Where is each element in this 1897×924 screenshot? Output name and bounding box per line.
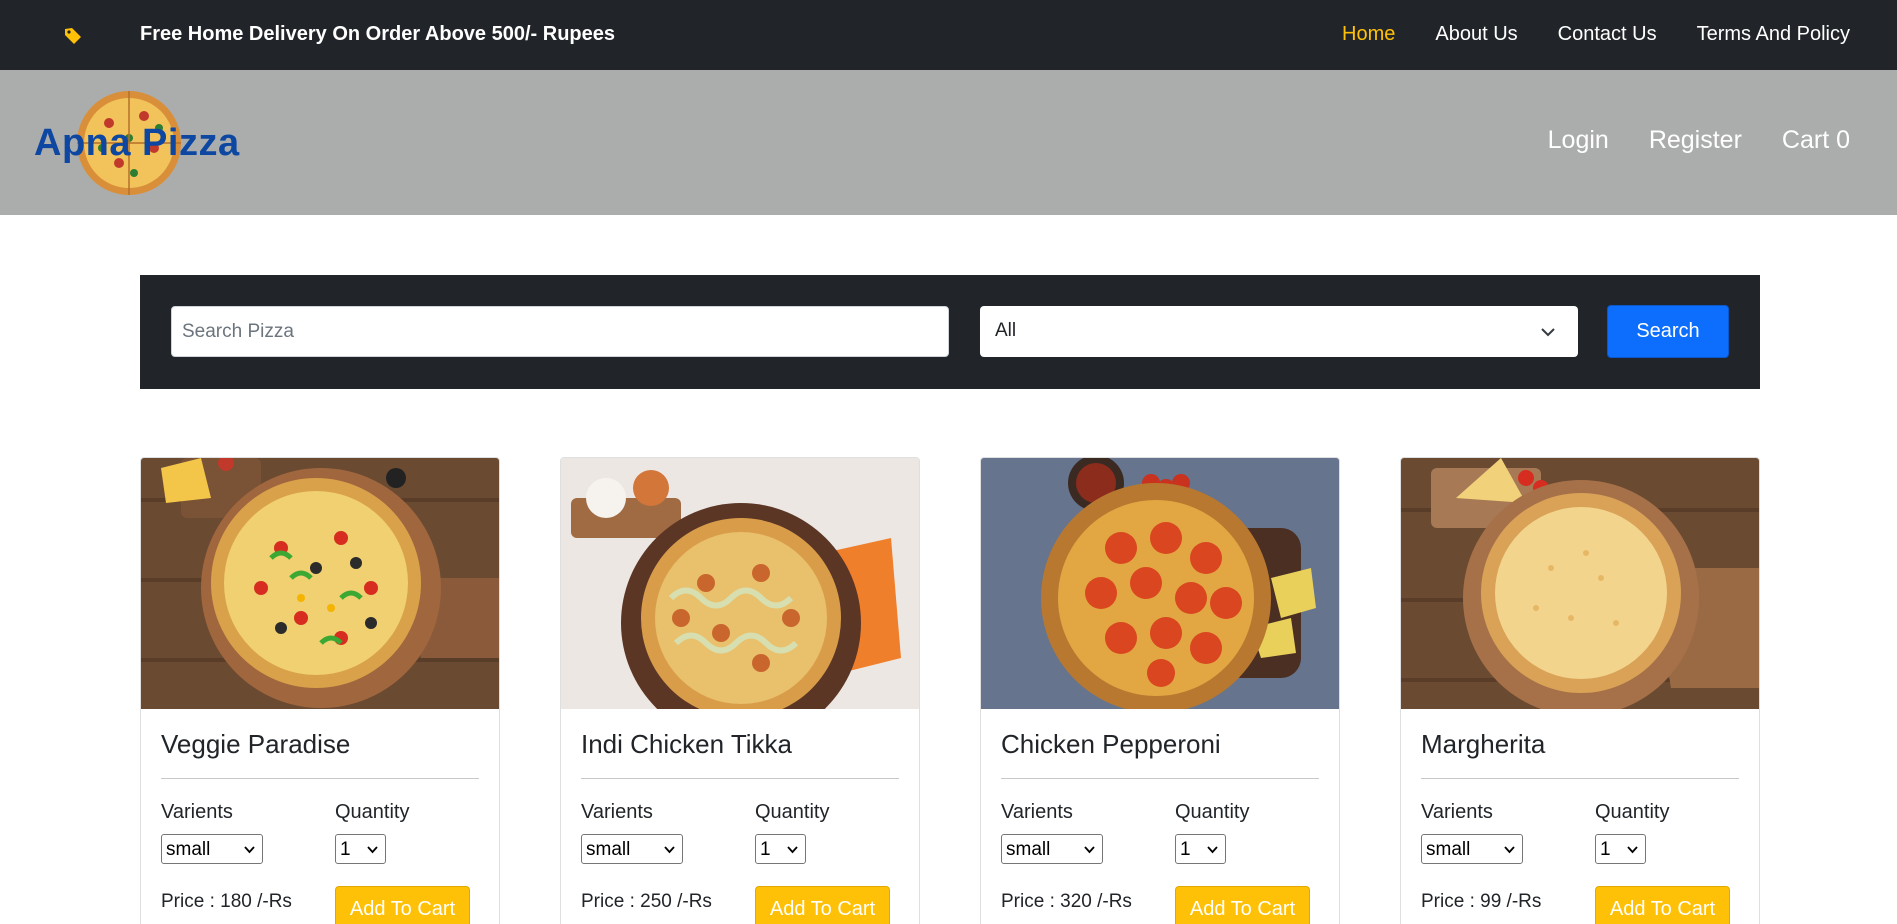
- product-price: Price : 250 /-Rs: [581, 891, 712, 912]
- register-link[interactable]: Register: [1649, 126, 1742, 155]
- quantity-select-value: 1: [1600, 839, 1611, 860]
- login-link[interactable]: Login: [1548, 126, 1609, 155]
- variant-select-value: small: [166, 839, 211, 860]
- quantity-select[interactable]: 1: [1595, 834, 1646, 864]
- product-card: Indi Chicken Tikka Varients Quantity sma…: [560, 457, 920, 924]
- variant-select-value: small: [1006, 839, 1051, 860]
- product-price: Price : 180 /-Rs: [161, 891, 292, 912]
- search-button[interactable]: Search: [1607, 305, 1729, 358]
- variant-select-value: small: [586, 839, 631, 860]
- promo-text: Free Home Delivery On Order Above 500/- …: [140, 23, 615, 45]
- product-name: Indi Chicken Tikka: [581, 729, 792, 759]
- product-name: Veggie Paradise: [161, 729, 351, 759]
- search-input[interactable]: [171, 306, 949, 357]
- chevron-down-icon: [243, 843, 256, 856]
- variant-select[interactable]: small: [1001, 834, 1103, 864]
- nav-home-link[interactable]: Home: [1342, 23, 1395, 46]
- chevron-down-icon: [663, 843, 676, 856]
- divider: [1421, 778, 1739, 779]
- auth-nav: Login Register Cart 0: [1548, 126, 1850, 155]
- add-to-cart-button[interactable]: Add To Cart: [1595, 886, 1730, 924]
- variant-select[interactable]: small: [161, 834, 263, 864]
- chevron-down-icon: [1206, 843, 1219, 856]
- chevron-down-icon: [366, 843, 379, 856]
- top-bar: Free Home Delivery On Order Above 500/- …: [0, 0, 1897, 70]
- chicken-pepperoni-pizza-image[interactable]: [981, 458, 1339, 709]
- divider: [1001, 778, 1319, 779]
- product-card: Margherita Varients Quantity small 1 Pri…: [1400, 457, 1760, 924]
- brand-logo[interactable]: Apna Pizza: [34, 88, 239, 198]
- nav-contact-us-link[interactable]: Contact Us: [1558, 23, 1657, 46]
- product-price: Price : 320 /-Rs: [1001, 891, 1132, 912]
- divider: [161, 778, 479, 779]
- chevron-down-icon: [1083, 843, 1096, 856]
- variants-label: Varients: [1001, 801, 1073, 823]
- cart-link[interactable]: Cart 0: [1782, 126, 1850, 155]
- margherita-pizza-image[interactable]: [1401, 458, 1759, 709]
- quantity-label: Quantity: [335, 801, 410, 823]
- quantity-label: Quantity: [1595, 801, 1670, 823]
- quantity-select[interactable]: 1: [1175, 834, 1226, 864]
- tag-icon: [64, 27, 82, 45]
- brand-name: Apna Pizza: [34, 122, 240, 164]
- add-to-cart-button[interactable]: Add To Cart: [335, 886, 470, 924]
- variant-select[interactable]: small: [581, 834, 683, 864]
- top-nav: Home About Us Contact Us Terms And Polic…: [1342, 23, 1850, 46]
- variant-select[interactable]: small: [1421, 834, 1523, 864]
- quantity-select-value: 1: [1180, 839, 1191, 860]
- nav-about-us-link[interactable]: About Us: [1435, 23, 1517, 46]
- quantity-select-value: 1: [760, 839, 771, 860]
- category-select-value: All: [995, 320, 1017, 341]
- search-panel: All Search: [140, 275, 1760, 389]
- product-card: Veggie Paradise Varients Quantity small …: [140, 457, 500, 924]
- product-card: Chicken Pepperoni Varients Quantity smal…: [980, 457, 1340, 924]
- quantity-select[interactable]: 1: [335, 834, 386, 864]
- brand-bar: Apna Pizza Login Register Cart 0: [0, 70, 1897, 215]
- quantity-select[interactable]: 1: [755, 834, 806, 864]
- variants-label: Varients: [1421, 801, 1493, 823]
- nav-terms-and-policy-link[interactable]: Terms And Policy: [1697, 23, 1850, 46]
- variant-select-value: small: [1426, 839, 1471, 860]
- product-price: Price : 99 /-Rs: [1421, 891, 1542, 912]
- product-name: Chicken Pepperoni: [1001, 729, 1221, 759]
- product-name: Margherita: [1421, 729, 1546, 759]
- quantity-label: Quantity: [1175, 801, 1250, 823]
- add-to-cart-button[interactable]: Add To Cart: [755, 886, 890, 924]
- add-to-cart-button[interactable]: Add To Cart: [1175, 886, 1310, 924]
- divider: [581, 778, 899, 779]
- chevron-down-icon: [1626, 843, 1639, 856]
- variants-label: Varients: [581, 801, 653, 823]
- quantity-select-value: 1: [340, 839, 351, 860]
- chevron-down-icon: [1540, 324, 1556, 340]
- indi-chicken-tikka-pizza-image[interactable]: [561, 458, 919, 709]
- quantity-label: Quantity: [755, 801, 830, 823]
- veggie-paradise-pizza-image[interactable]: [141, 458, 499, 709]
- chevron-down-icon: [786, 843, 799, 856]
- chevron-down-icon: [1503, 843, 1516, 856]
- category-select[interactable]: All: [980, 306, 1578, 357]
- variants-label: Varients: [161, 801, 233, 823]
